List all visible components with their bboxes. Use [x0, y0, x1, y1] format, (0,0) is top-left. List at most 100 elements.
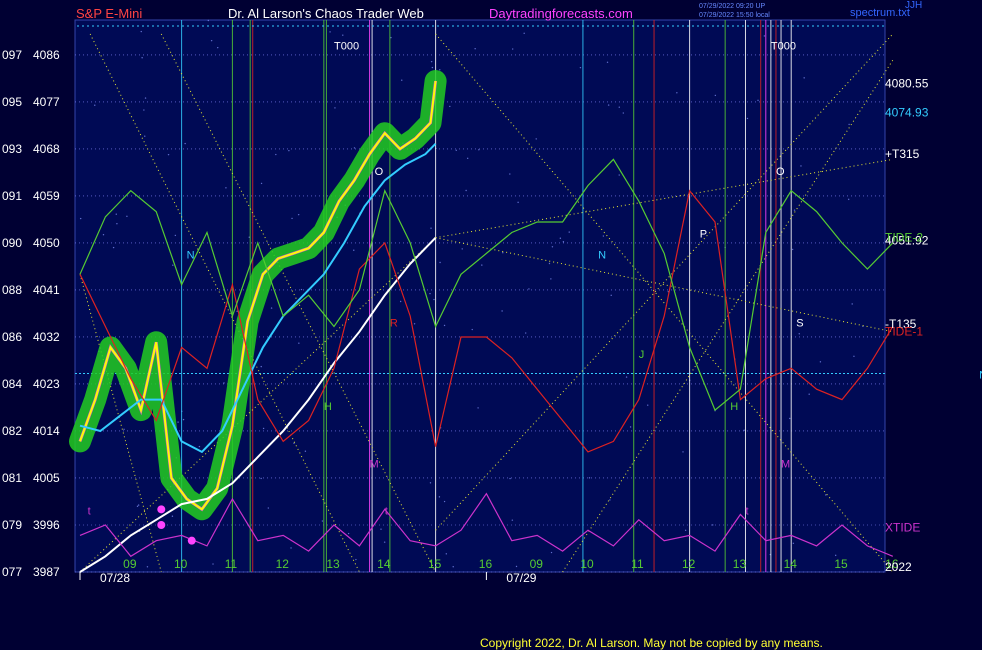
line-label: +T315 [885, 147, 920, 161]
marker-label: S [796, 318, 803, 330]
star-dot [461, 248, 463, 250]
x-tick-label: 09 [530, 557, 544, 571]
star-dot [171, 515, 174, 517]
y-tick-left: 093 [2, 142, 22, 156]
star-dot [140, 30, 142, 33]
date-label: 07/29 [506, 571, 536, 585]
star-dot [342, 34, 344, 36]
star-dot [198, 445, 201, 448]
star-dot [225, 187, 227, 189]
star-dot [481, 264, 483, 266]
star-dot [562, 241, 565, 243]
star-dot [825, 494, 827, 496]
spectrum-label: spectrum.txt [850, 7, 910, 19]
star-dot [210, 39, 213, 42]
y-tick-right: 4014 [33, 424, 60, 438]
star-dot [466, 157, 469, 160]
star-dot [610, 294, 612, 297]
marker-label: M [781, 459, 790, 471]
marker-label: t [385, 506, 388, 518]
star-dot [443, 324, 446, 327]
star-dot [262, 427, 265, 430]
timestamp-line-1: 07/29/2022 09:20 UP [699, 3, 765, 10]
marker-label: H [324, 401, 332, 413]
star-dot [682, 451, 684, 453]
star-dot [297, 213, 300, 216]
star-dot [629, 426, 632, 428]
y-tick-right: 3987 [33, 565, 60, 579]
star-dot [290, 547, 292, 549]
star-dot [291, 217, 293, 220]
star-dot [511, 519, 514, 521]
star-dot [123, 428, 125, 431]
marker-label: O [776, 166, 785, 178]
star-dot [535, 138, 537, 140]
marker-label: T000 [334, 41, 359, 53]
star-dot [260, 477, 262, 480]
star-dot [757, 99, 759, 102]
y-tick-left: 088 [2, 283, 22, 297]
marker-label: H [730, 401, 738, 413]
star-dot [136, 505, 139, 508]
star-dot [474, 48, 476, 50]
timestamp-line-2: 07/29/2022 15:50 local [699, 12, 770, 19]
star-dot [808, 393, 810, 395]
star-dot [551, 246, 554, 248]
x-tick-label: 15 [428, 557, 442, 571]
star-dot [355, 558, 357, 561]
star-dot [803, 77, 805, 79]
star-dot [798, 333, 800, 335]
star-dot [502, 251, 504, 254]
line-label: 2022 [885, 560, 912, 574]
star-dot [509, 173, 511, 175]
star-dot [137, 504, 140, 506]
star-dot [714, 94, 717, 97]
y-tick-right: 4077 [33, 95, 60, 109]
star-dot [602, 235, 605, 237]
marker-label: O [375, 166, 384, 178]
star-dot [477, 407, 479, 409]
star-dot [525, 332, 527, 334]
low-marker-dot [187, 536, 196, 545]
x-tick-label: 15 [834, 557, 848, 571]
x-tick-label: 14 [784, 557, 798, 571]
star-dot [792, 542, 795, 544]
y-tick-right: 4041 [33, 283, 60, 297]
star-dot [94, 104, 96, 106]
marker-label: P [700, 229, 707, 241]
star-dot [321, 520, 324, 522]
y-tick-right: 4059 [33, 189, 60, 203]
y-tick-left: 081 [2, 471, 22, 485]
star-dot [528, 288, 530, 290]
line-label: 4074.93 [885, 106, 929, 120]
star-dot [353, 249, 355, 251]
x-tick-label: 13 [733, 557, 747, 571]
author-title: Dr. Al Larson's Chaos Trader Web [228, 6, 424, 21]
star-dot [579, 66, 582, 69]
star-dot [334, 107, 336, 109]
y-tick-right: 4005 [33, 471, 60, 485]
star-dot [353, 147, 356, 149]
star-dot [383, 541, 386, 543]
right-tag: JJH [905, 0, 922, 11]
y-tick-left: 090 [2, 236, 22, 250]
star-dot [298, 342, 300, 344]
star-dot [471, 328, 473, 331]
star-dot [439, 69, 441, 71]
x-tick-label: 12 [276, 557, 290, 571]
star-dot [116, 222, 118, 225]
star-dot [791, 248, 794, 251]
star-dot [550, 278, 552, 280]
line-label: TIDE-2 [885, 231, 923, 245]
star-dot [439, 261, 441, 264]
star-dot [177, 421, 179, 423]
y-tick-left: 091 [2, 189, 22, 203]
y-tick-right: 4050 [33, 236, 60, 250]
star-dot [455, 149, 457, 151]
star-dot [399, 300, 402, 303]
star-dot [212, 563, 214, 565]
star-dot [380, 528, 382, 530]
y-tick-right: 3996 [33, 518, 60, 532]
y-tick-left: 082 [2, 424, 22, 438]
star-dot [478, 149, 480, 151]
